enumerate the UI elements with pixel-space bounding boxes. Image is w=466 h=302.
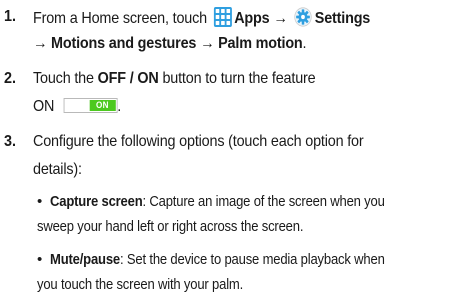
option-mute-pause-term: Mute/pause (50, 252, 120, 268)
step-1-number: 1. (4, 8, 17, 25)
toggle-on-knob: ON (89, 100, 116, 111)
option-bullet: • (37, 193, 43, 210)
step-1-period: . (302, 35, 307, 52)
step-3-line-2: details): (33, 161, 82, 178)
step-2-period: . (117, 98, 122, 115)
step-3-number: 3. (4, 133, 17, 150)
step-2-text-before: Touch the (33, 70, 94, 87)
settings-label: Settings (314, 10, 371, 27)
step-2-on-text: ON (33, 98, 55, 115)
option-capture-screen-term: Capture screen (50, 194, 143, 210)
step-1-line-2: → Motions and gestures → Palm motion. (33, 34, 307, 54)
option-mute-pause-line-1: Mute/pause: Set the device to pause medi… (50, 251, 385, 269)
option-bullet: • (37, 251, 43, 268)
apps-label: Apps (234, 10, 270, 27)
settings-path: → Motions and gestures → Palm motion (33, 35, 303, 52)
instructions-document: 1. From a Home screen, touch Apps → Sett… (0, 0, 466, 302)
step-1-line-1: From a Home screen, touch Apps → Setting… (33, 7, 370, 29)
step-3-line-1: Configure the following options (touch e… (33, 133, 364, 150)
off-on-button-name: OFF / ON (97, 70, 159, 87)
step-2-number: 2. (4, 70, 17, 87)
step-2-line-1: Touch the OFF / ON button to turn the fe… (33, 69, 316, 89)
option-mute-pause-line-2: you touch the screen with your palm. (37, 277, 244, 293)
option-capture-screen-line-2: sweep your hand left or right across the… (37, 219, 304, 235)
on-toggle-switch: ON (63, 98, 118, 113)
step-1-text: From a Home screen, touch (33, 10, 207, 27)
arrow-glyph: → (273, 10, 288, 27)
step-2-line-2: ON ON. (33, 97, 121, 117)
apps-grid-icon (213, 7, 232, 27)
settings-gear-icon (294, 7, 312, 27)
step-2-text-after: button to turn the feature (162, 70, 316, 87)
option-capture-screen-line-1: Capture screen: Capture an image of the … (50, 193, 385, 211)
option-mute-pause-desc: : Set the device to pause media playback… (119, 252, 385, 268)
option-capture-screen-desc: : Capture an image of the screen when yo… (142, 194, 385, 210)
